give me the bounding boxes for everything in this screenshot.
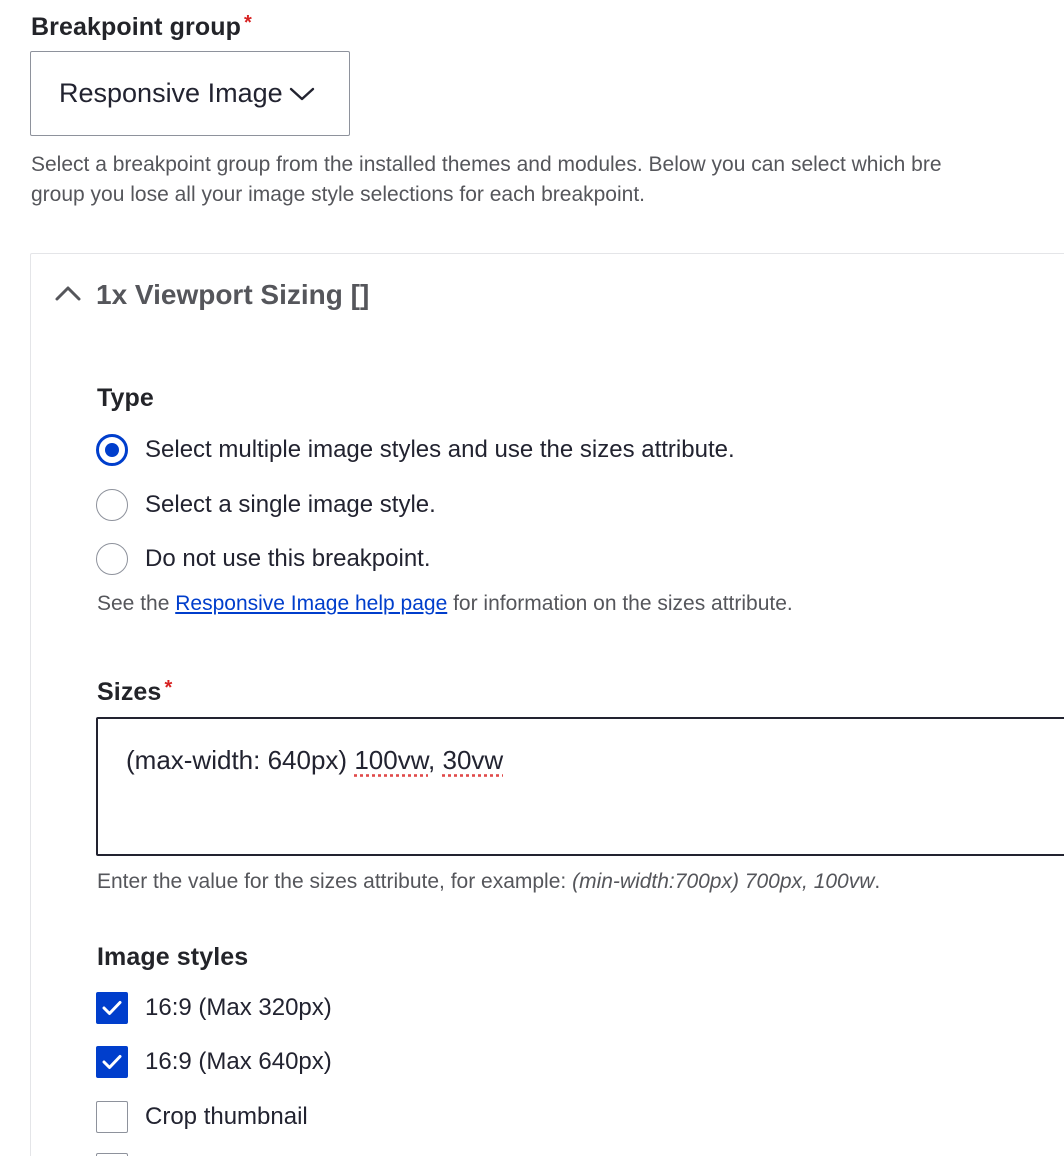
checkbox-checked[interactable] (96, 1046, 128, 1078)
type-option-label: Select a single image style. (145, 491, 436, 518)
checkmark-icon (102, 1055, 122, 1069)
image-style-label: 16:9 (Max 640px) (145, 1048, 332, 1075)
required-marker: * (243, 12, 252, 34)
breakpoint-group-description-line-2: group you lose all your image style sele… (31, 183, 646, 206)
image-style-option[interactable]: Crop thumbnail (96, 1101, 308, 1133)
type-option-label: Select multiple image styles and use the… (145, 436, 735, 463)
type-help-text: See the Responsive Image help page for i… (97, 592, 793, 616)
viewport-sizing-summary-text: 1x Viewport Sizing [] (96, 279, 370, 310)
type-option-label: Do not use this breakpoint. (145, 545, 431, 572)
required-marker: * (164, 677, 173, 699)
sizes-help-prefix: Enter the value for the sizes attribute,… (97, 870, 573, 893)
type-option-multiple-styles[interactable]: Select multiple image styles and use the… (96, 434, 735, 466)
type-option-single-style[interactable]: Select a single image style. (96, 489, 436, 521)
radio-button-checked[interactable] (96, 434, 128, 466)
radio-dot (105, 443, 119, 457)
image-style-label: Crop thumbnail (145, 1103, 308, 1130)
sizes-help-suffix: . (874, 870, 881, 893)
sizes-help-text: Enter the value for the sizes attribute,… (97, 870, 880, 894)
image-style-label: 16:9 (Max 320px) (145, 994, 332, 1021)
breakpoint-group-selected-value: Responsive Image (59, 78, 283, 108)
type-label: Type (97, 384, 154, 412)
checkbox[interactable] (96, 1101, 128, 1133)
sizes-value-word: 100vw (354, 745, 429, 775)
checkmark-icon (102, 1001, 122, 1015)
viewport-sizing-summary[interactable]: 1x Viewport Sizing [] (54, 279, 369, 311)
sizes-label: Sizes * (97, 677, 172, 707)
chevron-up-icon (54, 284, 82, 307)
type-help-prefix: See the (97, 592, 176, 615)
breakpoint-group-description: Select a breakpoint group from the insta… (31, 150, 1064, 210)
sizes-value-separator: , (428, 745, 443, 775)
breakpoint-group-description-line-1: Select a breakpoint group from the insta… (31, 153, 942, 176)
image-style-option[interactable]: 16:9 (Max 320px) (96, 992, 332, 1024)
radio-button[interactable] (96, 489, 128, 521)
breakpoint-group-select[interactable]: Responsive Image (30, 51, 350, 136)
breakpoint-group-label: Breakpoint group * (31, 12, 252, 42)
page: Breakpoint group * Responsive Image Selec… (0, 0, 1064, 1156)
breakpoint-group-label-text: Breakpoint group (31, 13, 241, 41)
chevron-down-icon (289, 86, 315, 102)
sizes-label-text: Sizes (97, 678, 162, 706)
type-help-suffix: for information on the sizes attribute. (447, 592, 793, 615)
sizes-value-prefix: (max-width: 640px) (126, 745, 355, 775)
image-styles-label: Image styles (97, 943, 249, 971)
responsive-image-help-link[interactable]: Responsive Image help page (175, 592, 447, 615)
type-option-do-not-use[interactable]: Do not use this breakpoint. (96, 543, 431, 575)
checkbox-checked[interactable] (96, 992, 128, 1024)
radio-button[interactable] (96, 543, 128, 575)
image-style-option[interactable]: 16:9 (Max 640px) (96, 1046, 332, 1078)
sizes-textarea[interactable]: (max-width: 640px) 100vw, 30vw (96, 717, 1064, 856)
sizes-help-example: (min-width:700px) 700px, 100vw (572, 870, 875, 893)
sizes-value-word: 30vw (442, 745, 504, 775)
